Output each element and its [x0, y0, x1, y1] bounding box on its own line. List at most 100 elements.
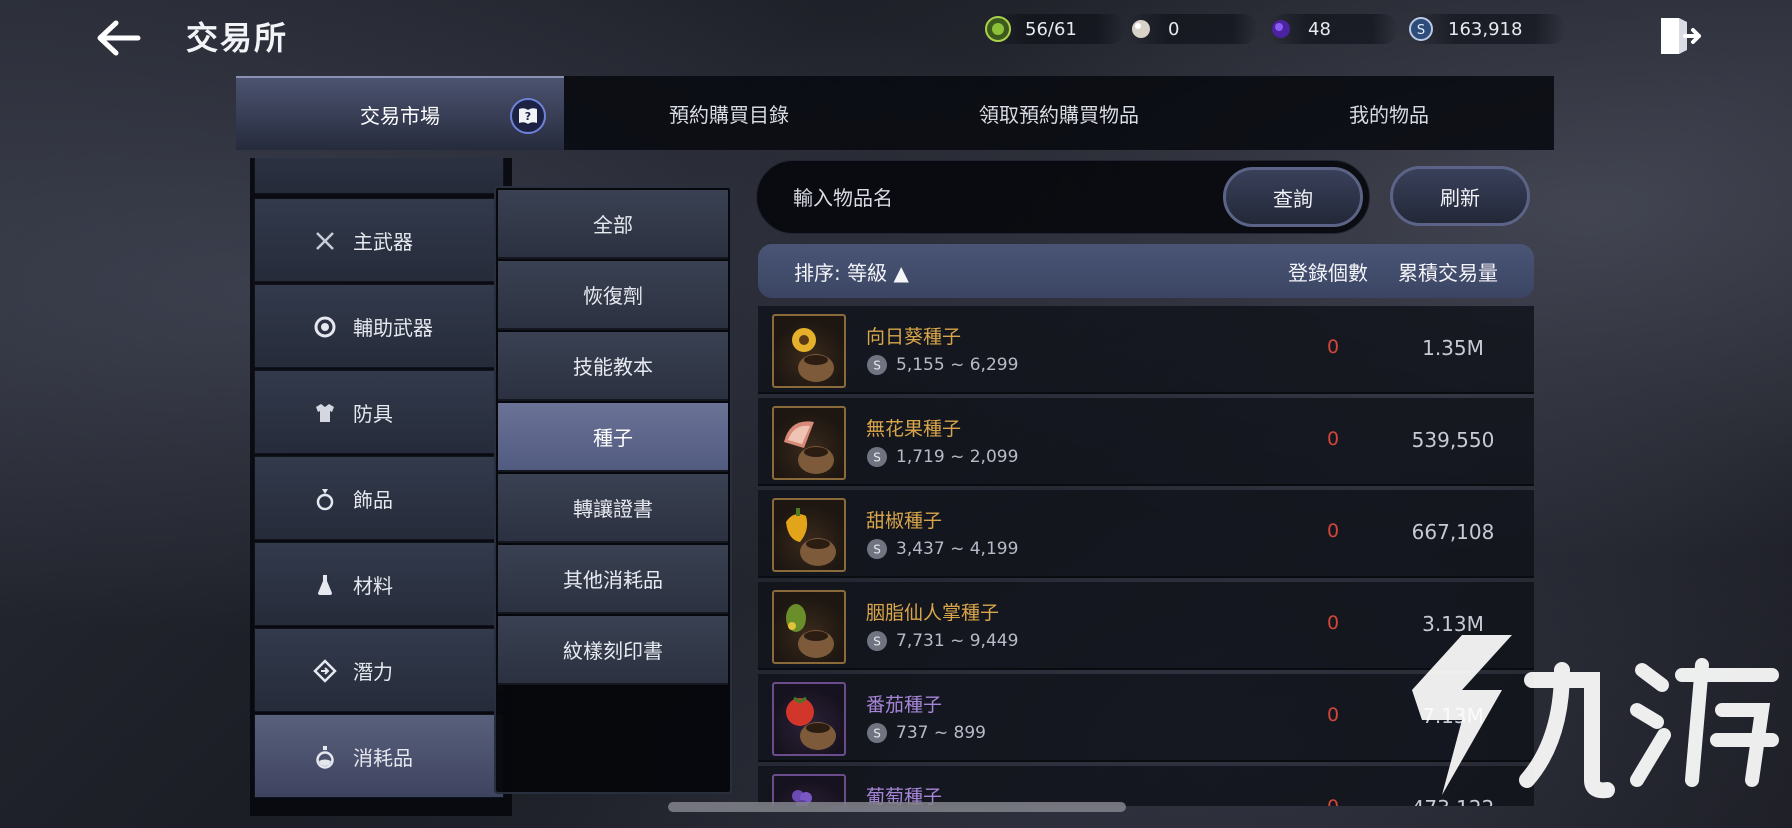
price-text: 1,719 ~ 2,099	[896, 447, 1019, 467]
tab-collect-reserved[interactable]: 領取預約購買物品	[894, 76, 1224, 150]
subcategory-label: 轉讓證書	[573, 497, 653, 521]
category-label: 輔助武器	[353, 315, 433, 340]
svg-text:?: ?	[525, 110, 531, 123]
category-main-weapon[interactable]: 主武器	[254, 198, 504, 282]
currency-energy: 56/61	[985, 14, 1125, 44]
item-row-grape-seed[interactable]: 葡萄種子 0 473,122	[758, 766, 1534, 806]
tab-my-items[interactable]: 我的物品	[1224, 76, 1554, 150]
back-button[interactable]	[92, 16, 144, 60]
silver-coin-icon: S	[1409, 17, 1433, 41]
subcategory-other-consumables[interactable]: 其他消耗品	[498, 545, 728, 614]
search-input[interactable]	[793, 178, 1173, 218]
potion-icon	[316, 746, 334, 769]
cactus-seed-icon	[772, 590, 846, 664]
item-row-tomato-seed[interactable]: 番茄種子 S 737 ~ 899 0 7.13M	[758, 674, 1534, 762]
subcategory-label: 恢復劑	[583, 284, 643, 308]
subcategory-pattern-engraving[interactable]: 紋樣刻印書	[498, 616, 728, 685]
page-title: 交易所	[186, 19, 289, 57]
query-label: 查詢	[1273, 186, 1313, 211]
currency-silver: S 163,918	[1408, 14, 1566, 44]
subcategory-skill-book[interactable]: 技能教本	[498, 332, 728, 401]
svg-text:S: S	[873, 451, 881, 465]
tomato-seed-icon	[772, 682, 846, 756]
subcategory-transfer-certificate[interactable]: 轉讓證書	[498, 474, 728, 543]
category-label: 潛力	[353, 659, 393, 684]
tab-label: 領取預約購買物品	[979, 102, 1139, 127]
subcategory-all[interactable]: 全部	[498, 190, 728, 259]
category-armor[interactable]: 防具	[254, 370, 504, 454]
category-label: 材料	[353, 573, 393, 598]
subcategory-list: 全部 恢復劑 技能教本 種子 轉讓證書 其他消耗品 紋樣刻印書	[494, 186, 732, 794]
crossed-swords-icon	[316, 232, 334, 250]
item-name: 甜椒種子	[866, 510, 943, 532]
subcategory-label: 種子	[593, 426, 633, 450]
category-potential[interactable]: 潛力	[254, 628, 504, 712]
price-text: 3,437 ~ 4,199	[896, 539, 1019, 559]
silver-coin-icon: S	[867, 539, 887, 559]
trade-volume: 7.13M	[1422, 704, 1484, 728]
silver-value: 163,918	[1448, 18, 1523, 40]
category-material[interactable]: 材料	[254, 542, 504, 626]
item-list[interactable]: 向日葵種子 S 5,155 ~ 6,299 0 1.35M 無花果種子 S 1,…	[758, 306, 1534, 806]
subcategory-seeds[interactable]: 種子	[498, 403, 728, 472]
price-text: 5,155 ~ 6,299	[896, 355, 1019, 375]
price-text: 737 ~ 899	[896, 723, 986, 743]
book-question-icon: ?	[519, 108, 537, 124]
exit-button[interactable]	[1655, 12, 1703, 60]
tab-reservation-list[interactable]: 預約購買目錄	[564, 76, 894, 150]
category-label: 飾品	[353, 487, 393, 512]
silver-coin-icon: S	[867, 355, 887, 375]
item-row-cactus-seed[interactable]: 胭脂仙人掌種子 S 7,731 ~ 9,449 0 3.13M	[758, 582, 1534, 670]
svg-text:S: S	[873, 543, 881, 557]
category-accessory[interactable]: 飾品	[254, 456, 504, 540]
silver-coin-icon: S	[867, 723, 887, 743]
trade-volume: 473,122	[1378, 796, 1528, 806]
registered-count: 0	[1326, 704, 1340, 726]
help-book-icon[interactable]: ?	[510, 98, 546, 134]
list-header: 排序: 等級 ▲ 登錄個數 累積交易量	[758, 244, 1534, 298]
item-row-sunflower-seed[interactable]: 向日葵種子 S 5,155 ~ 6,299 0 1.35M	[758, 306, 1534, 394]
pearl-value: 0	[1168, 18, 1180, 40]
svg-text:S: S	[873, 359, 881, 373]
query-button[interactable]: 查詢	[1223, 167, 1363, 227]
sort-toggle[interactable]: 排序: 等級 ▲	[794, 257, 909, 286]
tab-label: 交易市場	[360, 103, 440, 128]
energy-icon	[985, 16, 1011, 42]
item-row-fig-seed[interactable]: 無花果種子 S 1,719 ~ 2,099 0 539,550	[758, 398, 1534, 486]
target-ring-icon	[314, 316, 336, 338]
price-range: S 5,155 ~ 6,299	[866, 354, 1018, 376]
item-name: 向日葵種子	[866, 326, 962, 348]
sunflower-seed-icon	[772, 314, 846, 388]
category-sub-weapon[interactable]: 輔助武器	[254, 284, 504, 368]
tab-bar: 交易市場 ? 預約購買目錄 領取預約購買物品 我的物品	[236, 76, 1554, 150]
price-range: S 3,437 ~ 4,199	[866, 538, 1018, 560]
registered-count: 0	[1326, 612, 1340, 634]
tab-trading-market[interactable]: 交易市場 ?	[236, 76, 564, 150]
svg-text:S: S	[1417, 23, 1425, 38]
registered-count: 0	[1326, 428, 1340, 450]
refresh-button[interactable]: 刷新	[1390, 166, 1530, 226]
flask-icon	[318, 575, 332, 595]
search-bar: 查詢	[756, 160, 1370, 234]
subcategory-label: 其他消耗品	[563, 568, 663, 592]
armor-icon	[316, 404, 334, 422]
category-list[interactable]: 主武器 輔助武器 防具 飾品 材料 潛力 消耗品	[250, 158, 512, 816]
item-row-pepper-seed[interactable]: 甜椒種子 S 3,437 ~ 4,199 0 667,108	[758, 490, 1534, 578]
price-text: 7,731 ~ 9,449	[896, 631, 1019, 651]
category-label: 防具	[353, 401, 393, 426]
currency-pearl: 0	[1128, 14, 1258, 44]
horizontal-scrollbar[interactable]	[668, 802, 1126, 812]
crystal-icon	[1272, 20, 1290, 38]
currency-crystal: 48	[1268, 14, 1398, 44]
trade-volume: 1.35M	[1422, 336, 1484, 360]
crystal-value: 48	[1308, 18, 1331, 40]
category-consumable[interactable]: 消耗品	[254, 714, 504, 798]
category-item-partial[interactable]	[254, 158, 504, 194]
subcategory-label: 紋樣刻印書	[563, 639, 663, 663]
ring-icon	[316, 489, 334, 511]
price-range: S 7,731 ~ 9,449	[866, 630, 1018, 652]
subcategory-recovery[interactable]: 恢復劑	[498, 261, 728, 330]
subcategory-label: 全部	[593, 213, 633, 237]
item-name: 番茄種子	[866, 694, 943, 716]
price-range: S 737 ~ 899	[866, 722, 986, 744]
